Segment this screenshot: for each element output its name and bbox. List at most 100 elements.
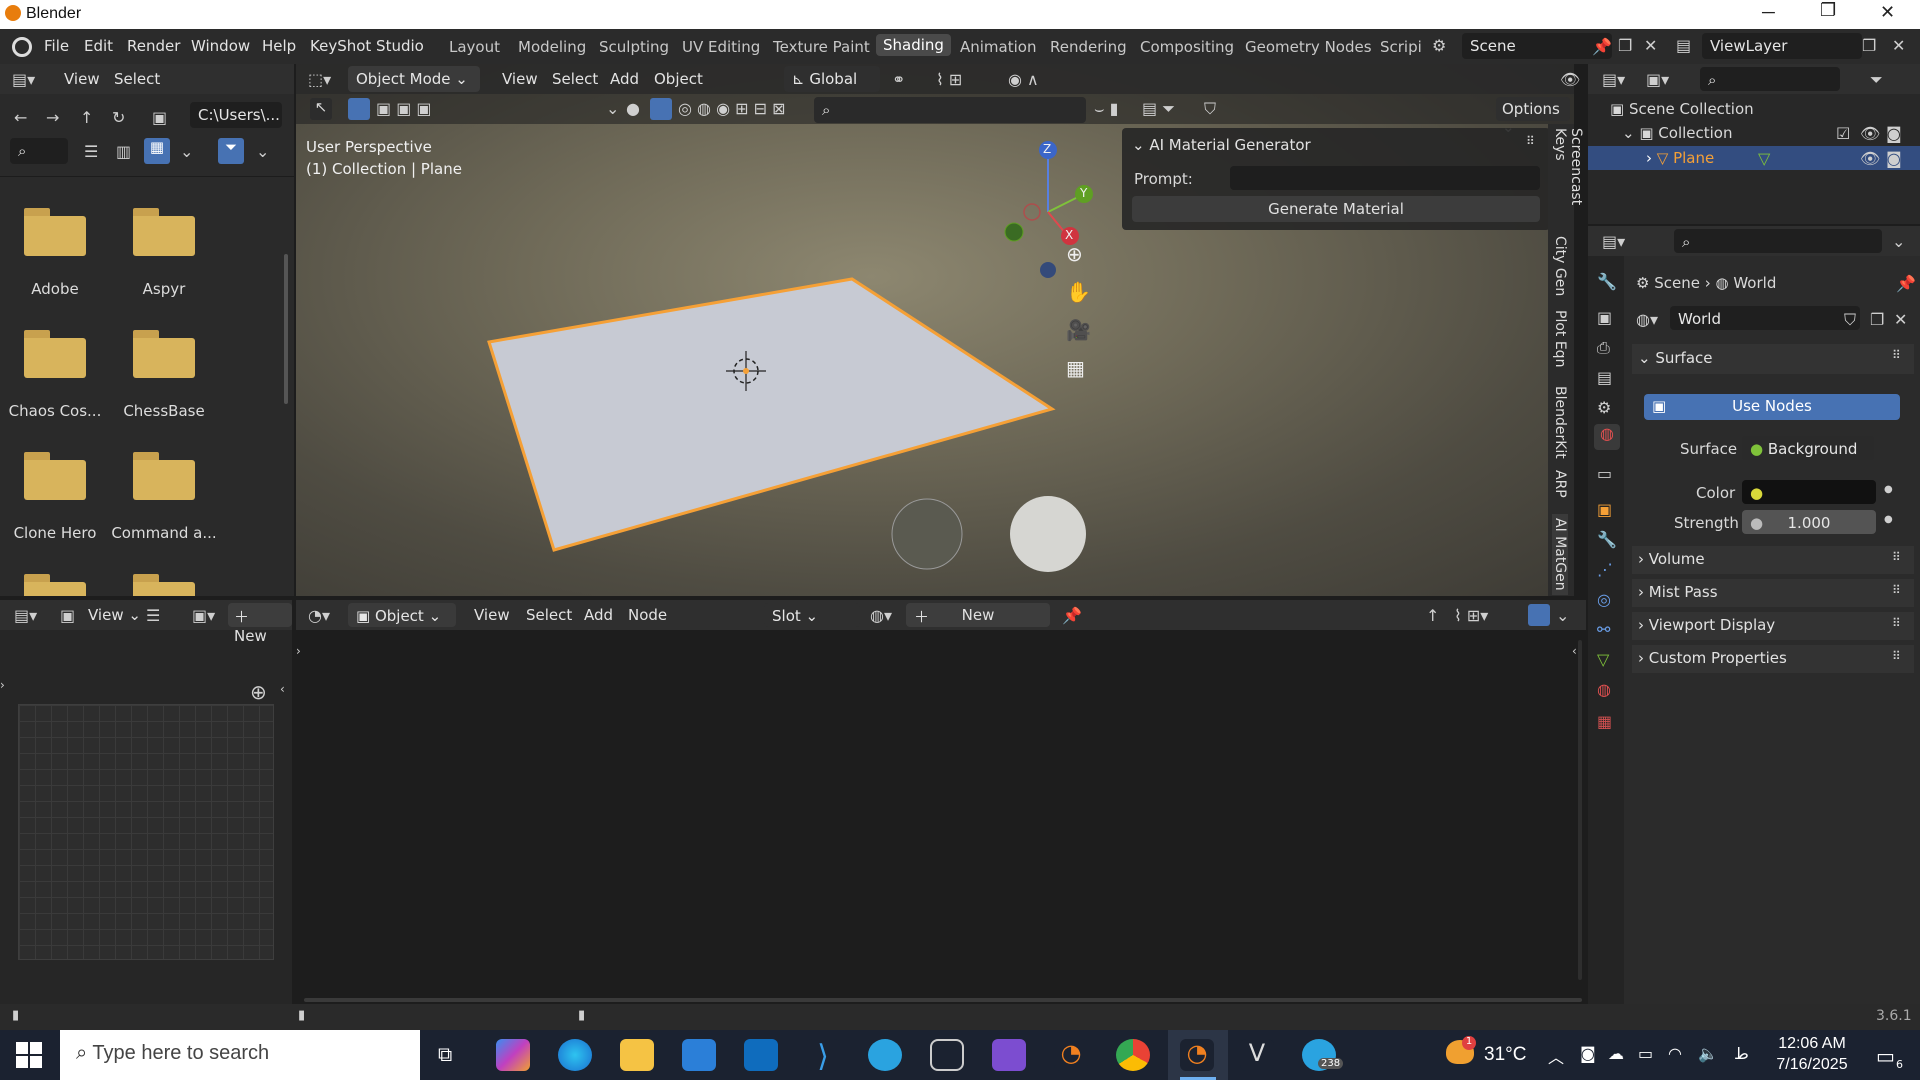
tab-compositing[interactable]: Compositing (1140, 38, 1234, 56)
display-mode-icon[interactable]: ▣▾ (1646, 70, 1669, 89)
tab-screencast-keys[interactable]: Screencast Keys (1552, 128, 1584, 218)
blender-active-icon[interactable]: ◔ (1180, 1039, 1214, 1071)
world-browse-icon[interactable]: ◍▾ (1636, 310, 1658, 329)
folder-icon[interactable] (24, 452, 86, 500)
material-tab-icon[interactable]: ◍ (1597, 680, 1611, 699)
tab-arp[interactable]: ARP (1552, 470, 1568, 498)
image-browse-icon[interactable]: ▣▾ (192, 606, 215, 625)
outliner-row-plane[interactable]: › ▽ Plane ▽ 👁 ◙ (1588, 146, 1920, 170)
ne-menu-node[interactable]: Node (628, 606, 667, 624)
parent-dir-icon[interactable]: ↑ (80, 108, 93, 127)
drag-handle-icon[interactable]: ⠿ (1892, 649, 1901, 663)
plane-item[interactable]: › ▽ Plane (1646, 149, 1714, 167)
pan-hand-icon[interactable]: ✋ (1066, 280, 1091, 304)
editor-type-icon[interactable]: ◔▾ (308, 606, 330, 625)
folder-label[interactable]: Command a... (109, 524, 219, 542)
volume-section-header[interactable]: › Volume ⠿ (1632, 546, 1914, 574)
tab-rendering[interactable]: Rendering (1050, 38, 1127, 56)
edge-icon[interactable] (558, 1039, 592, 1071)
minimize-icon[interactable]: ─ (1762, 2, 1775, 23)
tab-scripting[interactable]: Scripi (1380, 38, 1422, 56)
render-tab-icon[interactable]: ▣ (1597, 308, 1612, 327)
editor-type-icon[interactable]: ▤▾ (1602, 232, 1625, 251)
output-tab-icon[interactable]: ⎙ (1597, 338, 1610, 358)
chevron-left-icon[interactable]: ‹ (1572, 644, 1577, 658)
forward-arrow-icon[interactable]: → (46, 108, 59, 127)
keyframe-dot-icon[interactable]: ● (1884, 514, 1893, 525)
pin-icon[interactable]: 📌 (1896, 274, 1916, 293)
strength-field[interactable]: ● 1.000 (1742, 510, 1876, 534)
folder-label[interactable]: Clone Hero (0, 524, 110, 542)
windows-start-icon[interactable] (16, 1042, 42, 1068)
microsoft-store-icon[interactable] (682, 1039, 716, 1071)
task-view-icon[interactable]: ⧉ (438, 1042, 452, 1066)
drag-handle-icon[interactable]: ⠿ (1892, 348, 1901, 362)
camera-icon[interactable]: ◙ (1580, 1044, 1596, 1063)
eye-icon[interactable]: 👁 (1860, 124, 1880, 143)
snap-icon[interactable]: ⌇ ⊞▾ (1454, 606, 1488, 625)
collection-item[interactable]: ⌄ ▣ Collection (1622, 124, 1733, 142)
world-tab-icon[interactable]: ◍ (1594, 424, 1620, 450)
vertical-list-icon[interactable]: ☰ (84, 142, 98, 161)
wifi-icon[interactable]: ◠ (1668, 1044, 1682, 1063)
new-world-icon[interactable]: ❐ (1870, 310, 1884, 329)
ne-menu-select[interactable]: Select (526, 606, 572, 624)
camera-icon[interactable]: 🎥 (1066, 318, 1091, 342)
new-scene-icon[interactable]: ❐ (1618, 36, 1632, 55)
copilot-icon[interactable] (496, 1039, 530, 1071)
camera-icon[interactable]: ◙ (1886, 124, 1902, 143)
custom-properties-section-header[interactable]: › Custom Properties ⠿ (1632, 645, 1914, 673)
folder-label[interactable]: ChessBase (109, 402, 219, 420)
drag-handle-icon[interactable]: ⠿ (1526, 134, 1535, 148)
particles-tab-icon[interactable]: ⋰ (1597, 560, 1613, 579)
image-canvas[interactable] (18, 704, 274, 960)
tab-ai-matgen[interactable]: AI MatGen (1552, 514, 1568, 595)
chrome-icon[interactable] (1116, 1039, 1150, 1071)
fb-search-input[interactable]: ⌕ (10, 138, 68, 164)
view-layer-field[interactable]: ViewLayer (1702, 33, 1862, 59)
new-image-button[interactable]: ＋ New (228, 603, 292, 645)
filter-icon[interactable]: ⏷ (218, 138, 244, 164)
grid-icon[interactable]: ▦ (1066, 356, 1085, 380)
tab-layout[interactable]: Layout (449, 38, 500, 56)
back-arrow-icon[interactable]: ← (14, 108, 27, 127)
folder-icon[interactable] (133, 574, 195, 596)
view-layer-icon[interactable]: ▤ (1676, 36, 1691, 55)
collection-tab-icon[interactable]: ▭ (1597, 464, 1612, 483)
material-browse-icon[interactable]: ◍▾ (870, 606, 892, 625)
volume-icon[interactable]: 🔈 (1698, 1044, 1718, 1063)
tab-animation[interactable]: Animation (960, 38, 1036, 56)
folder-icon[interactable] (133, 208, 195, 256)
properties-search-input[interactable]: ⌕ (1674, 229, 1882, 253)
cloud-off-icon[interactable]: ☁ (1608, 1044, 1624, 1063)
fake-user-icon[interactable]: ⛉ (1844, 310, 1856, 330)
fb-menu-view[interactable]: View (64, 70, 100, 88)
menu-keyshot[interactable]: KeyShot Studio (310, 37, 424, 55)
surface-section-header[interactable]: ⌄ Surface ⠿ (1632, 344, 1914, 374)
editor-type-icon[interactable]: ▤▾ (14, 606, 37, 625)
camera-icon[interactable]: ◙ (1886, 149, 1902, 168)
constraints-tab-icon[interactable]: ⚯ (1597, 620, 1610, 639)
editor-type-icon[interactable]: ▤▾ (12, 70, 35, 89)
tab-blenderkit[interactable]: BlenderKit (1552, 386, 1568, 459)
refresh-icon[interactable]: ↻ (112, 108, 125, 127)
folder-icon[interactable] (24, 574, 86, 596)
texture-tab-icon[interactable]: ▦ (1597, 712, 1612, 731)
clock-date[interactable]: 7/16/2025 (1762, 1056, 1862, 1074)
view-layer-tab-icon[interactable]: ▤ (1597, 368, 1612, 387)
battery-icon[interactable]: ▭ (1638, 1044, 1653, 1063)
folder-icon[interactable] (133, 330, 195, 378)
hamburger-icon[interactable]: ☰ (146, 606, 160, 625)
folder-label[interactable]: Adobe (0, 280, 110, 298)
slot-select[interactable]: Slot ⌄ (764, 603, 860, 627)
tab-plot-eqn[interactable]: Plot Eqn (1552, 310, 1568, 367)
use-nodes-button[interactable]: ▣ Use Nodes (1644, 394, 1900, 420)
file-explorer-icon[interactable] (620, 1039, 654, 1071)
breadcrumb-scene[interactable]: Scene (1654, 274, 1700, 292)
keyframe-dot-icon[interactable]: ● (1884, 484, 1893, 495)
tab-uv-editing[interactable]: UV Editing (682, 38, 760, 56)
scene-field[interactable]: Scene (1462, 33, 1612, 59)
vectorworks-icon[interactable]: V (1240, 1039, 1274, 1071)
tab-city-gen[interactable]: City Gen (1552, 236, 1568, 296)
object-tab-icon[interactable]: ▣ (1597, 500, 1612, 519)
